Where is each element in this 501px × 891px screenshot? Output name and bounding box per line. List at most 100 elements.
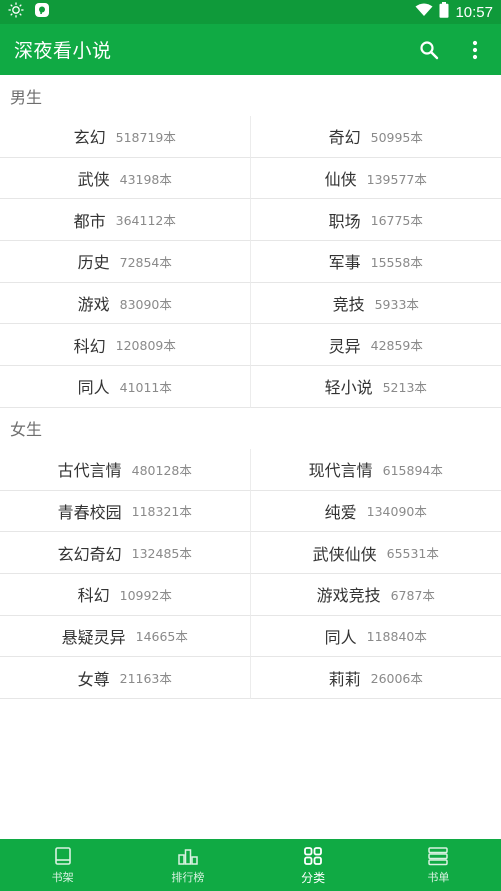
category-name: 奇幻 — [328, 128, 361, 148]
category-item[interactable]: 武侠 43198本 — [0, 157, 251, 200]
nav-label: 排行榜 — [171, 871, 205, 884]
category-count: 118840本 — [366, 629, 427, 645]
search-icon[interactable] — [417, 38, 441, 62]
category-name: 悬疑灵异 — [61, 627, 126, 647]
category-item[interactable]: 科幻 10992本 — [0, 573, 251, 616]
category-count: 5213本 — [382, 379, 427, 395]
category-name: 科幻 — [73, 336, 106, 356]
category-name: 竞技 — [332, 295, 365, 315]
nav-label: 分类 — [301, 870, 326, 885]
category-count: 21163本 — [119, 671, 172, 687]
category-item[interactable]: 同人 118840本 — [250, 616, 501, 658]
category-item[interactable]: 古代言情 480128本 — [0, 448, 251, 491]
category-count: 16775本 — [370, 213, 423, 229]
section-header-female: 女生 — [0, 407, 501, 449]
category-item[interactable]: 悬疑灵异 14665本 — [0, 615, 251, 658]
app-bar: 深夜看小说 — [0, 24, 501, 75]
category-count: 120809本 — [115, 338, 176, 354]
more-vert-icon[interactable] — [463, 38, 487, 62]
category-name: 灵异 — [328, 336, 361, 356]
wifi-icon — [415, 3, 433, 21]
category-name: 都市 — [73, 211, 106, 231]
nav-item[interactable]: 书架 — [0, 839, 125, 891]
category-name: 玄幻奇幻 — [57, 544, 122, 564]
category-item[interactable]: 同人 41011本 — [0, 366, 251, 408]
category-item[interactable]: 历史 72854本 — [0, 241, 251, 283]
category-item[interactable]: 轻小说 5213本 — [250, 366, 501, 408]
category-count: 518719本 — [115, 129, 176, 145]
category-item[interactable]: 武侠仙侠 65531本 — [250, 532, 501, 574]
category-name: 武侠仙侠 — [312, 544, 377, 564]
status-time: 10:57 — [455, 3, 493, 21]
category-name: 青春校园 — [57, 502, 122, 522]
category-list: 男生 玄幻 518719本 奇幻 50995本武侠 43198本 仙侠 139577本都市 3… — [0, 75, 501, 699]
category-grid-female: 古代言情 480128本 现代言情 615894本青春校园 118321本 纯爱 13409… — [0, 448, 501, 699]
category-name: 古代言情 — [57, 461, 122, 481]
category-count: 15558本 — [370, 254, 423, 270]
app-title: 深夜看小说 — [14, 40, 112, 62]
category-count: 139577本 — [366, 171, 427, 187]
category-name: 历史 — [77, 253, 110, 273]
category-item[interactable]: 游戏竞技 6787本 — [250, 574, 501, 616]
nav-label: 书单 — [427, 871, 450, 884]
category-name: 仙侠 — [324, 170, 357, 190]
category-count: 364112本 — [115, 213, 176, 229]
category-name: 游戏 — [77, 295, 110, 315]
category-item[interactable]: 军事 15558本 — [250, 241, 501, 283]
category-item[interactable]: 青春校园 118321本 — [0, 490, 251, 533]
category-count: 43198本 — [119, 171, 172, 187]
section-header-male: 男生 — [0, 75, 501, 116]
category-item[interactable]: 现代言情 615894本 — [250, 449, 501, 491]
category-item[interactable]: 女尊 21163本 — [0, 657, 251, 699]
category-count: 615894本 — [382, 462, 443, 478]
bottom-nav: 书架 排行榜 分类 书单 — [0, 839, 501, 891]
category-count: 6787本 — [390, 587, 435, 603]
category-count: 480128本 — [131, 462, 192, 478]
category-item[interactable]: 游戏 83090本 — [0, 282, 251, 325]
category-name: 军事 — [328, 253, 361, 273]
category-item[interactable]: 职场 16775本 — [250, 199, 501, 242]
category-item[interactable]: 灵异 42859本 — [250, 324, 501, 367]
status-bar: 10:57 — [0, 0, 501, 24]
category-name: 莉莉 — [328, 669, 361, 689]
category-count: 5933本 — [374, 296, 419, 312]
category-name: 轻小说 — [324, 378, 373, 398]
bookshelf-icon — [52, 845, 74, 867]
category-name: 武侠 — [77, 170, 110, 190]
category-grid-icon — [302, 845, 324, 867]
category-item[interactable]: 莉莉 26006本 — [250, 657, 501, 699]
category-item[interactable]: 科幻 120809本 — [0, 324, 251, 367]
nav-item[interactable]: 排行榜 — [125, 839, 250, 891]
category-count: 41011本 — [119, 379, 172, 395]
category-item[interactable]: 都市 364112本 — [0, 199, 251, 242]
brightness-icon — [8, 2, 24, 22]
category-grid-male: 玄幻 518719本 奇幻 50995本武侠 43198本 仙侠 139577本都市 3641… — [0, 116, 501, 408]
category-name: 女尊 — [77, 669, 110, 689]
battery-icon — [439, 2, 449, 22]
booklist-icon — [427, 845, 449, 867]
category-count: 132485本 — [131, 546, 192, 562]
category-count: 50995本 — [370, 129, 423, 145]
category-name: 同人 — [324, 627, 357, 647]
category-count: 118321本 — [131, 504, 192, 520]
nav-label: 书架 — [51, 871, 74, 884]
category-item[interactable]: 玄幻奇幻 132485本 — [0, 532, 251, 574]
category-name: 职场 — [328, 211, 361, 231]
category-count: 14665本 — [135, 629, 188, 645]
ranking-icon — [177, 845, 199, 867]
category-item[interactable]: 仙侠 139577本 — [250, 158, 501, 200]
category-item[interactable]: 奇幻 50995本 — [250, 116, 501, 158]
category-name: 游戏竞技 — [316, 586, 381, 606]
category-item[interactable]: 玄幻 518719本 — [0, 116, 251, 158]
category-item[interactable]: 纯爱 134090本 — [250, 491, 501, 533]
category-count: 83090本 — [119, 296, 172, 312]
category-name: 科幻 — [77, 586, 110, 606]
category-count: 10992本 — [119, 587, 172, 603]
nav-item[interactable]: 书单 — [376, 839, 501, 891]
category-name: 现代言情 — [308, 461, 373, 481]
category-count: 42859本 — [370, 338, 423, 354]
nav-item[interactable]: 分类 — [251, 839, 376, 891]
category-name: 纯爱 — [324, 502, 357, 522]
category-count: 65531本 — [386, 546, 439, 562]
category-item[interactable]: 竞技 5933本 — [250, 283, 501, 325]
